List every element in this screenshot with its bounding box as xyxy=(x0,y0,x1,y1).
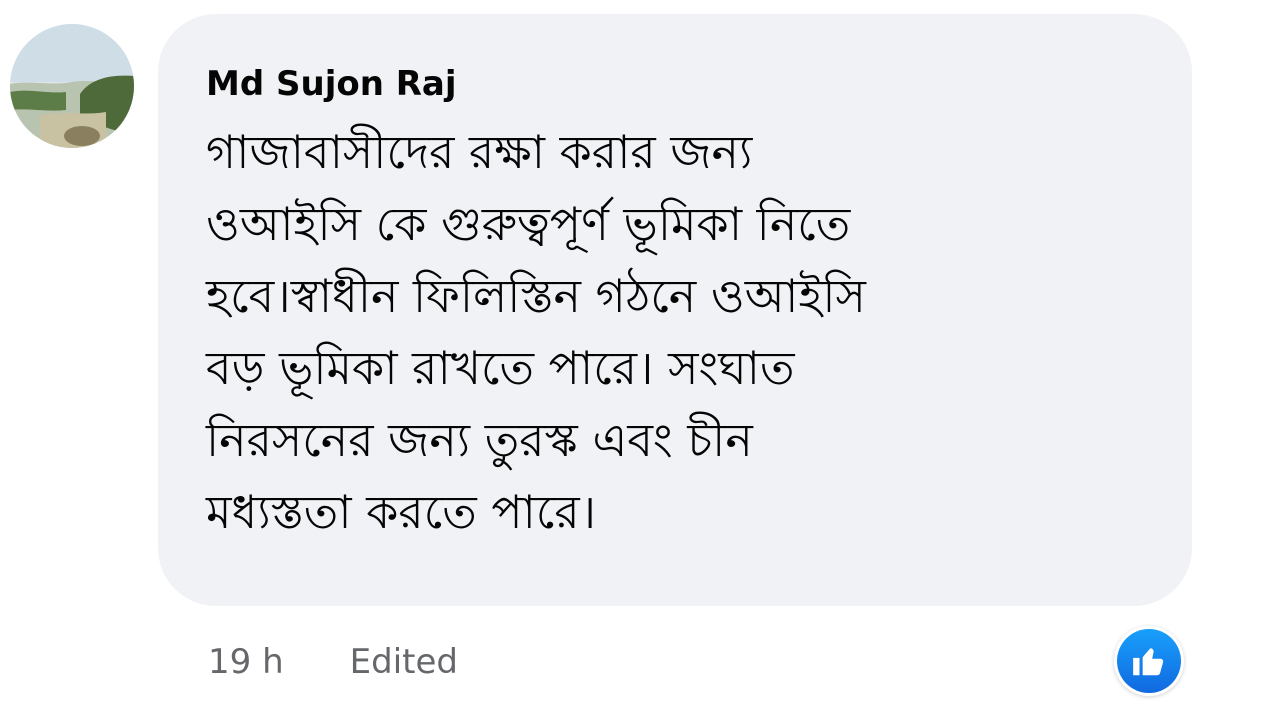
comment-text-line: হবে।স্বাধীন ফিলিস্তিন গঠনে ওআইসি xyxy=(206,269,866,323)
comment-text-line: গাজাবাসীদের রক্ষা করার জন্য xyxy=(206,125,753,179)
timestamp-link[interactable]: 19 h xyxy=(208,642,284,682)
comment-bubble: Md Sujon Raj গাজাবাসীদের রক্ষা করার জন্য… xyxy=(158,14,1192,606)
like-badge-circle xyxy=(1117,629,1181,693)
avatar[interactable] xyxy=(10,24,134,148)
like-reaction-badge[interactable] xyxy=(1114,626,1184,696)
comment: Md Sujon Raj গাজাবাসীদের রক্ষা করার জন্য… xyxy=(0,0,1280,720)
comment-text: গাজাবাসীদের রক্ষা করার জন্য ওআইসি কে গুর… xyxy=(206,116,1146,548)
comment-text-line: মধ্যস্ততা করতে পারে। xyxy=(206,485,597,539)
comment-text-line: নিরসনের জন্য তুরস্ক এবং চীন xyxy=(206,413,753,467)
edited-label[interactable]: Edited xyxy=(350,642,458,682)
like-thumbs-up-icon xyxy=(1133,648,1164,676)
comment-text-line: ওআইসি কে গুরুত্বপূর্ণ ভূমিকা নিতে xyxy=(206,197,851,251)
author-name[interactable]: Md Sujon Raj xyxy=(206,64,1152,104)
comment-text-line: বড় ভূমিকা রাখতে পারে। সংঘাত xyxy=(206,341,795,395)
comment-meta: 19 h Edited xyxy=(208,638,458,686)
landscape-avatar-icon xyxy=(10,24,134,148)
